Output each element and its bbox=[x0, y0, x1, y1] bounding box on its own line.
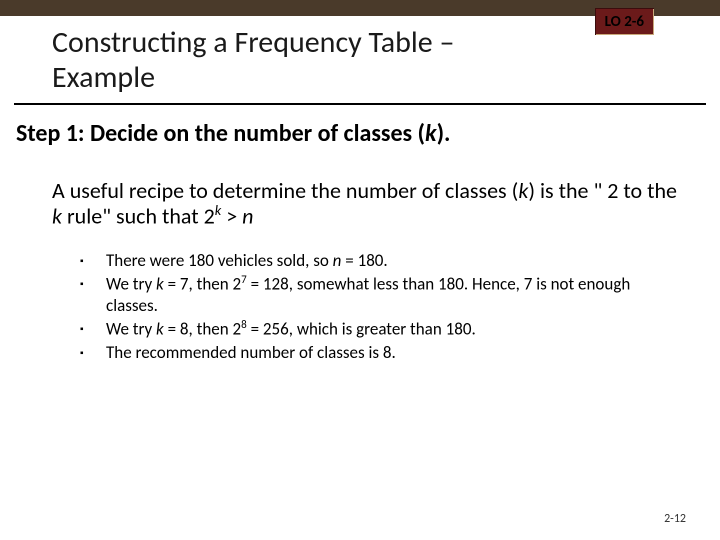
bullet-icon: ▪ bbox=[80, 318, 106, 340]
b2-post: = 256, which is greater than 180. bbox=[247, 319, 476, 340]
recipe-k2: k bbox=[52, 202, 62, 229]
recipe-paragraph: A useful recipe to determine the number … bbox=[52, 179, 680, 228]
bullet-icon: ▪ bbox=[80, 342, 106, 363]
bullet-icon: ▪ bbox=[80, 273, 106, 316]
recipe-k1: k bbox=[518, 177, 528, 204]
list-item: ▪ We try k = 8, then 28 = 256, which is … bbox=[80, 318, 650, 340]
recipe-d: > bbox=[221, 202, 242, 229]
b1-mid: = 7, then 2 bbox=[164, 274, 241, 295]
recipe-b: ) is the " 2 to the bbox=[528, 177, 677, 204]
step-k: k bbox=[425, 119, 437, 148]
recipe-n: n bbox=[242, 202, 253, 229]
recipe-a: A useful recipe to determine the number … bbox=[52, 177, 518, 204]
b1-pre: We try bbox=[106, 274, 156, 295]
page-number: 2-12 bbox=[664, 512, 686, 526]
bullet-text: We try k = 7, then 27 = 128, somewhat le… bbox=[106, 273, 650, 316]
bullet-list: ▪ There were 180 vehicles sold, so n = 1… bbox=[80, 250, 650, 364]
step-heading: Step 1: Decide on the number of classes … bbox=[16, 119, 704, 149]
recipe-c: rule" such that 2 bbox=[62, 202, 215, 229]
slide-title: Constructing a Frequency Table – Example bbox=[52, 26, 552, 95]
b0-post: = 180. bbox=[341, 250, 387, 271]
b2-pre: We try bbox=[106, 319, 156, 340]
list-item: ▪ We try k = 7, then 27 = 128, somewhat … bbox=[80, 273, 650, 316]
b2-mid: = 8, then 2 bbox=[164, 319, 241, 340]
lo-badge: LO 2-6 bbox=[595, 8, 654, 35]
step-text-b: ). bbox=[437, 119, 451, 148]
b3-pre: The recommended number of classes is 8. bbox=[106, 342, 396, 363]
step-text-a: Step 1: Decide on the number of classes … bbox=[16, 119, 425, 148]
header: LO 2-6 Constructing a Frequency Table – … bbox=[14, 16, 706, 105]
bullet-icon: ▪ bbox=[80, 250, 106, 271]
bullet-text: The recommended number of classes is 8. bbox=[106, 342, 650, 363]
lo-badge-text: LO 2-6 bbox=[605, 13, 644, 31]
list-item: ▪ There were 180 vehicles sold, so n = 1… bbox=[80, 250, 650, 271]
bullet-text: There were 180 vehicles sold, so n = 180… bbox=[106, 250, 650, 271]
b2-ital: k bbox=[156, 319, 164, 340]
bullet-text: We try k = 8, then 28 = 256, which is gr… bbox=[106, 318, 650, 340]
b1-ital: k bbox=[156, 274, 164, 295]
list-item: ▪ The recommended number of classes is 8… bbox=[80, 342, 650, 363]
b0-pre: There were 180 vehicles sold, so bbox=[106, 250, 333, 271]
